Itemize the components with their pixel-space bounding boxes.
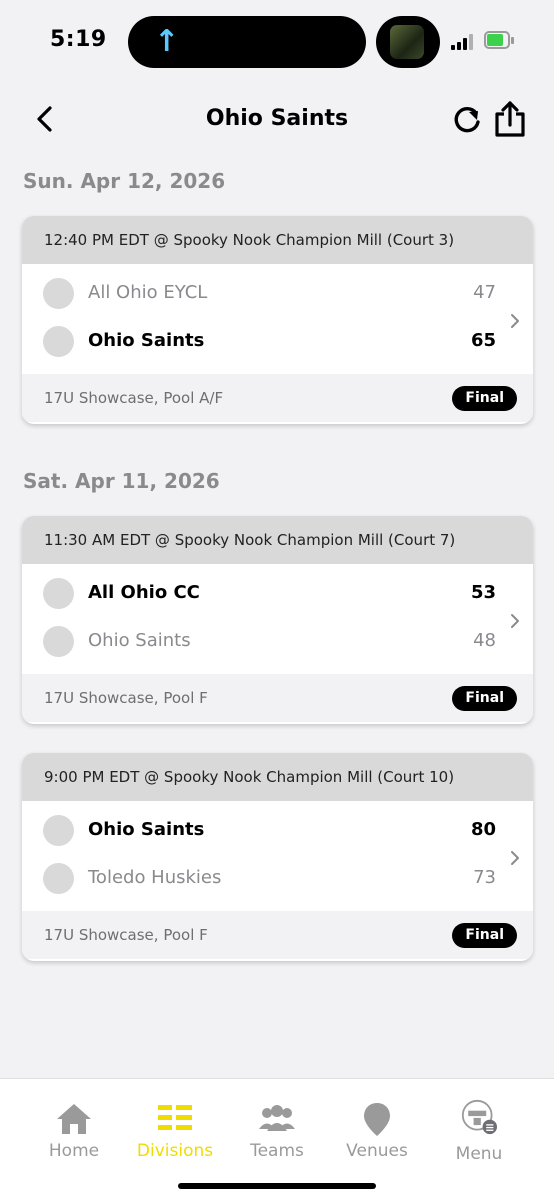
team-name: Ohio Saints	[88, 630, 191, 651]
dynamic-island: ↑	[128, 16, 366, 68]
tab-label: Teams	[250, 1141, 304, 1161]
teams-block: Ohio Saints 80 Toledo Huskies 73	[22, 801, 533, 911]
tab-label: Venues	[346, 1141, 408, 1161]
status-badge: Final	[452, 923, 517, 948]
team-row: Ohio Saints 65	[22, 312, 533, 360]
tab-menu[interactable]: Menu	[429, 1079, 529, 1179]
game-footer: 17U Showcase, Pool A/F Final	[22, 374, 533, 422]
division-label: 17U Showcase, Pool A/F	[44, 389, 224, 407]
chevron-right-icon	[511, 314, 519, 328]
refresh-icon[interactable]	[450, 103, 484, 137]
game-card[interactable]: 12:40 PM EDT @ Spooky Nook Champion Mill…	[22, 216, 533, 424]
tab-label: Divisions	[136, 1141, 214, 1161]
chevron-right-icon	[511, 851, 519, 865]
division-label: 17U Showcase, Pool F	[44, 689, 208, 707]
list-icon	[158, 1105, 192, 1130]
status-bar: 5:19 ↑	[0, 0, 554, 84]
game-time-venue: 11:30 AM EDT @ Spooky Nook Champion Mill…	[22, 516, 533, 564]
team-logo-placeholder	[43, 626, 74, 657]
menu-logo-icon	[461, 1099, 497, 1135]
home-indicator	[178, 1183, 376, 1189]
team-score: 65	[470, 330, 496, 351]
team-row: Toledo Huskies 73	[22, 849, 533, 897]
team-row: All Ohio EYCL 47	[22, 264, 533, 312]
team-score: 48	[473, 630, 496, 651]
team-name: All Ohio EYCL	[88, 282, 208, 303]
game-footer: 17U Showcase, Pool F Final	[22, 911, 533, 959]
team-row: All Ohio CC 53	[22, 564, 533, 612]
tab-label: Home	[48, 1141, 100, 1161]
tab-venues[interactable]: Venues	[327, 1079, 427, 1179]
team-row: Ohio Saints 48	[22, 612, 533, 660]
status-badge: Final	[452, 686, 517, 711]
team-name: Ohio Saints	[88, 819, 205, 840]
home-icon	[57, 1104, 91, 1134]
battery-icon	[484, 31, 514, 51]
team-name: All Ohio CC	[88, 582, 200, 603]
tab-label: Menu	[455, 1144, 503, 1164]
game-time-venue: 12:40 PM EDT @ Spooky Nook Champion Mill…	[22, 216, 533, 264]
people-icon	[259, 1105, 295, 1131]
location-pin-icon	[364, 1103, 390, 1136]
game-footer: 17U Showcase, Pool F Final	[22, 674, 533, 722]
team-logo-placeholder	[43, 326, 74, 357]
signal-icon	[451, 34, 477, 50]
game-card[interactable]: 11:30 AM EDT @ Spooky Nook Champion Mill…	[22, 516, 533, 724]
team-name: Ohio Saints	[88, 330, 205, 351]
upload-arrow-icon: ↑	[154, 24, 180, 59]
team-name: Toledo Huskies	[88, 867, 222, 888]
team-score: 53	[470, 582, 496, 603]
teams-block: All Ohio CC 53 Ohio Saints 48	[22, 564, 533, 674]
team-logo-placeholder	[43, 578, 74, 609]
tab-home[interactable]: Home	[24, 1079, 124, 1179]
team-row: Ohio Saints 80	[22, 801, 533, 849]
team-score: 47	[473, 282, 496, 303]
teams-block: All Ohio EYCL 47 Ohio Saints 65	[22, 264, 533, 374]
app-artwork-icon	[376, 16, 440, 68]
date-heading: Sun. Apr 12, 2026	[23, 169, 226, 193]
team-logo-placeholder	[43, 278, 74, 309]
team-logo-placeholder	[43, 863, 74, 894]
tab-teams[interactable]: Teams	[227, 1079, 327, 1179]
status-time: 5:19	[50, 27, 107, 52]
status-badge: Final	[452, 386, 517, 411]
date-heading: Sat. Apr 11, 2026	[23, 469, 220, 493]
game-time-venue: 9:00 PM EDT @ Spooky Nook Champion Mill …	[22, 753, 533, 801]
team-score: 73	[473, 867, 496, 888]
chevron-right-icon	[511, 614, 519, 628]
game-card[interactable]: 9:00 PM EDT @ Spooky Nook Champion Mill …	[22, 753, 533, 961]
nav-bar: Ohio Saints	[0, 92, 554, 148]
team-score: 80	[470, 819, 496, 840]
tab-divisions[interactable]: Divisions	[125, 1079, 225, 1179]
share-icon[interactable]	[492, 99, 528, 139]
division-label: 17U Showcase, Pool F	[44, 926, 208, 944]
team-logo-placeholder	[43, 815, 74, 846]
